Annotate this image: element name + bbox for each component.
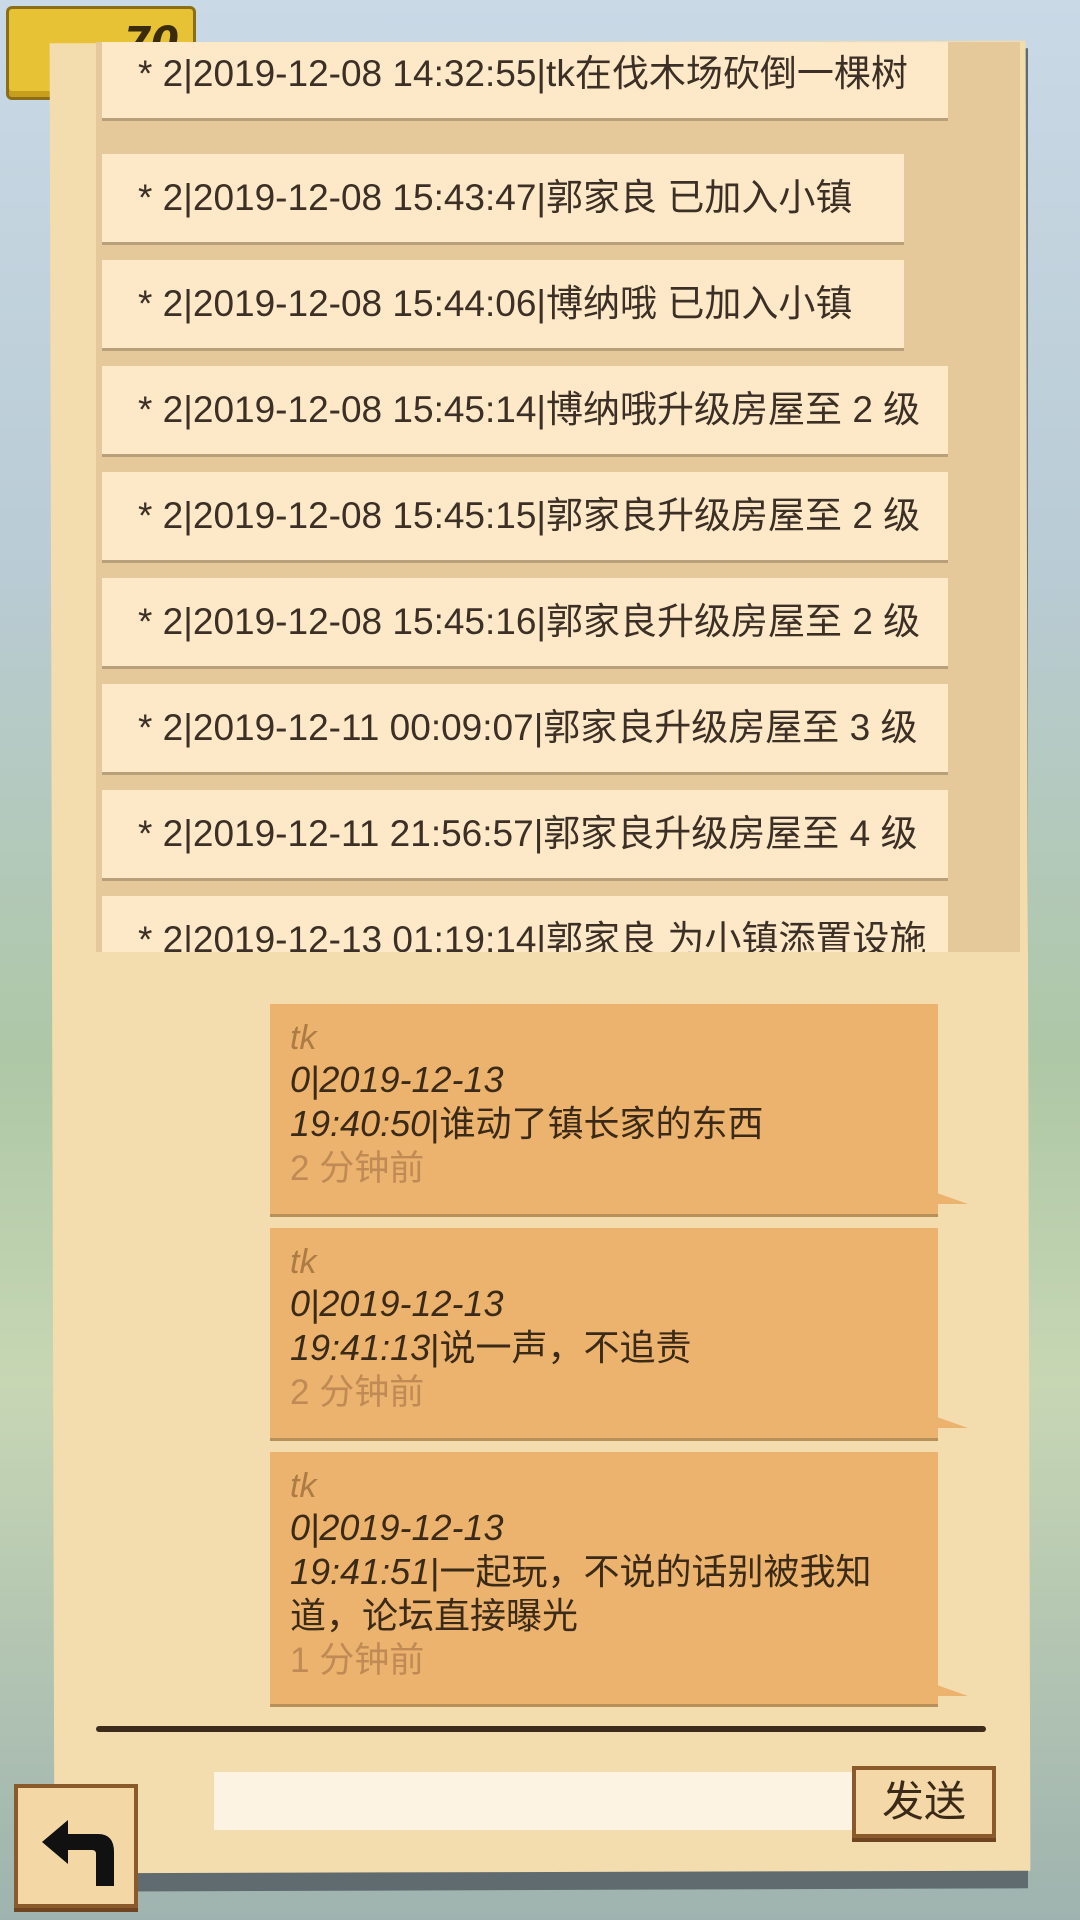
message-ago: 1 分钟前 xyxy=(290,1641,425,1680)
log-entry: * 2|2019-12-11 00:09:07|郭家良升级房屋至 3 级 xyxy=(102,684,948,772)
log-entry: * 2|2019-12-13 01:19:14|郭家良 为小镇添置设施 xyxy=(102,896,948,952)
divider xyxy=(96,1726,986,1732)
log-entry: * 2|2019-12-08 14:32:55|tk在伐木场砍倒一棵树 xyxy=(102,42,948,118)
message-body: 0|2019-12-13 19:40:50|谁动了镇长家的东西 xyxy=(290,1058,918,1146)
back-button[interactable] xyxy=(14,1784,138,1908)
message-author: tk xyxy=(290,1019,317,1057)
message-ago: 2 分钟前 xyxy=(290,1149,425,1188)
log-entry: * 2|2019-12-08 15:45:16|郭家良升级房屋至 2 级 xyxy=(102,578,948,666)
chat-message: tk 0|2019-12-13 19:41:13|说一声，不追责 2 分钟前 xyxy=(270,1228,968,1438)
log-entry: * 2|2019-12-08 15:45:15|郭家良升级房屋至 2 级 xyxy=(102,472,948,560)
back-arrow-icon xyxy=(42,1820,114,1886)
message-date: 0|2019-12-13 xyxy=(290,1507,504,1548)
message-ago: 2 分钟前 xyxy=(290,1373,425,1412)
send-button[interactable]: 发送 xyxy=(852,1766,996,1838)
message-date: 0|2019-12-13 xyxy=(290,1059,504,1100)
message-text-cont: 道，论坛直接曝光 xyxy=(290,1595,579,1636)
log-entry: * 2|2019-12-08 15:44:06|博纳哦 已加入小镇 xyxy=(102,260,904,348)
message-time: 19:41:13 xyxy=(290,1327,431,1368)
log-entry: * 2|2019-12-08 15:43:47|郭家良 已加入小镇 xyxy=(102,154,904,242)
message-input[interactable] xyxy=(214,1772,874,1830)
chat-message: tk 0|2019-12-13 19:41:51|一起玩，不说的话别被我知 道，… xyxy=(270,1452,968,1704)
message-text: |一起玩，不说的话别被我知 xyxy=(430,1551,872,1592)
chat-message: tk 0|2019-12-13 19:40:50|谁动了镇长家的东西 2 分钟前 xyxy=(270,1004,968,1214)
log-entry: * 2|2019-12-08 15:45:14|博纳哦升级房屋至 2 级 xyxy=(102,366,948,454)
message-text: |说一声，不追责 xyxy=(430,1327,692,1368)
message-body: 0|2019-12-13 19:41:51|一起玩，不说的话别被我知 道，论坛直… xyxy=(290,1506,918,1638)
message-body: 0|2019-12-13 19:41:13|说一声，不追责 xyxy=(290,1282,918,1370)
message-date: 0|2019-12-13 xyxy=(290,1283,504,1324)
message-time: 19:40:50 xyxy=(290,1103,431,1144)
event-log-list[interactable]: * 2|2019-12-08 14:32:55|tk在伐木场砍倒一棵树 * 2|… xyxy=(96,42,1020,952)
log-entry: * 2|2019-12-11 21:56:57|郭家良升级房屋至 4 级 xyxy=(102,790,948,878)
message-text: |谁动了镇长家的东西 xyxy=(430,1103,764,1144)
message-author: tk xyxy=(290,1243,317,1281)
message-time: 19:41:51 xyxy=(290,1551,431,1592)
message-author: tk xyxy=(290,1467,317,1505)
